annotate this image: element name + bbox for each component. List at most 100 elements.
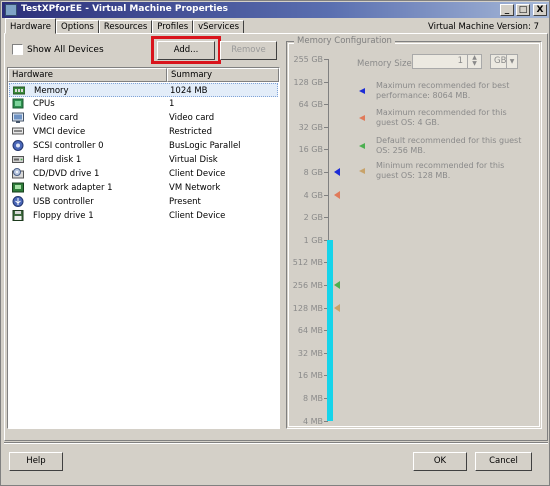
column-header-hardware[interactable]: Hardware xyxy=(8,68,167,82)
memory-size-spinner[interactable]: ▲ ▼ xyxy=(467,55,481,68)
hardware-row-summary: Video card xyxy=(169,113,215,123)
vm-properties-window: TestXPforEE - Virtual Machine Properties… xyxy=(0,0,550,486)
hardware-row-summary: Present xyxy=(169,197,201,207)
legend-text: Minimum recommended for this guest OS: 1… xyxy=(376,161,505,180)
memory-scale-label: 16 MB xyxy=(297,371,323,381)
memory-icon xyxy=(12,85,26,96)
show-all-devices-label[interactable]: Show All Devices xyxy=(27,45,104,55)
cancel-button[interactable]: Cancel xyxy=(475,452,532,471)
hardware-row-hard-disk[interactable]: Hard disk 1 Virtual Disk xyxy=(9,153,278,167)
hardware-row-summary: 1 xyxy=(169,99,175,109)
add-button-highlight xyxy=(151,36,221,64)
memory-recommendation-marker xyxy=(334,190,340,199)
scsi-controller-icon xyxy=(12,140,24,151)
hardware-row-summary: Restricted xyxy=(169,127,213,137)
memory-recommendation-marker xyxy=(334,168,340,176)
hardware-row-name: Network adapter 1 xyxy=(33,183,113,193)
chevron-down-icon[interactable]: ▼ xyxy=(506,55,517,68)
memory-scale-label: 64 MB xyxy=(297,326,323,336)
vm-version-label: Virtual Machine Version: 7 xyxy=(428,22,539,32)
memory-scale-label: 2 GB xyxy=(303,213,323,223)
maximize-button[interactable]: □ xyxy=(516,4,530,16)
hardware-row-video-card[interactable]: Video card Video card xyxy=(9,111,278,125)
memory-scale-label: 512 MB xyxy=(292,258,323,268)
hardware-row-summary: BusLogic Parallel xyxy=(169,141,241,151)
legend-marker-icon xyxy=(359,115,365,121)
memory-scale-label: 255 GB xyxy=(293,55,324,64)
hardware-row-scsi-controller[interactable]: SCSI controller 0 BusLogic Parallel xyxy=(9,139,278,153)
memory-unit-value: GB xyxy=(494,56,507,66)
window-title: TestXPforEE - Virtual Machine Properties xyxy=(21,4,228,14)
legend-text: Maximum recommended for this guest OS: 4… xyxy=(376,108,507,127)
hardware-list-header: Hardware Summary xyxy=(8,68,279,82)
hardware-row-summary: Virtual Disk xyxy=(169,155,218,165)
hardware-row-name: Memory xyxy=(34,86,69,96)
hardware-row-name: Video card xyxy=(33,113,79,123)
memory-scale-label: 8 GB xyxy=(303,168,323,177)
memory-size-label: Memory Size: xyxy=(357,59,415,69)
hardware-row-summary: Client Device xyxy=(169,169,226,179)
close-button[interactable]: X xyxy=(533,4,547,16)
tab-vservices[interactable]: vServices xyxy=(193,20,244,34)
hardware-row-usb-controller[interactable]: USB controller Present xyxy=(9,195,278,209)
remove-button[interactable]: Remove xyxy=(220,41,277,60)
memory-recommendation-marker xyxy=(334,303,340,312)
ok-button[interactable]: OK xyxy=(413,452,467,471)
memory-scale-label: 128 GB xyxy=(293,77,324,87)
hardware-row-name: Hard disk 1 xyxy=(33,155,82,165)
hardware-list[interactable]: Hardware Summary Memory 1024 MB CPUs 1 V… xyxy=(7,67,280,429)
hardware-row-name: USB controller xyxy=(33,197,94,207)
legend-text: Default recommended for this guest OS: 2… xyxy=(376,136,522,155)
footer-separator xyxy=(4,442,548,444)
tab-profiles[interactable]: Profiles xyxy=(152,20,194,34)
hardware-row-cpus[interactable]: CPUs 1 xyxy=(9,97,278,111)
memory-configuration-title: Memory Configuration xyxy=(294,36,395,46)
hardware-row-cd-dvd-drive[interactable]: CD/DVD drive 1 Client Device xyxy=(9,167,278,181)
memory-scale-label: 32 GB xyxy=(298,122,323,132)
show-all-devices-checkbox[interactable] xyxy=(12,44,23,55)
legend-marker-icon xyxy=(359,143,365,149)
usb-controller-icon xyxy=(12,196,24,207)
spin-down-icon[interactable]: ▼ xyxy=(468,61,481,67)
memory-unit-select[interactable]: GB ▼ xyxy=(490,54,518,69)
floppy-drive-icon xyxy=(12,210,24,221)
hard-disk-icon xyxy=(12,154,24,165)
minimize-button[interactable]: _ xyxy=(500,4,514,16)
hardware-row-floppy-drive[interactable]: Floppy drive 1 Client Device xyxy=(9,209,278,223)
vmci-device-icon xyxy=(12,126,24,137)
tab-options[interactable]: Options xyxy=(56,20,99,34)
memory-scale-label: 1 GB xyxy=(303,235,323,245)
column-header-summary[interactable]: Summary xyxy=(167,68,279,82)
memory-scale-label: 128 MB xyxy=(292,303,323,313)
legend-marker-icon xyxy=(359,168,365,174)
hardware-row-summary: 1024 MB xyxy=(170,86,208,96)
memory-scale-label: 256 MB xyxy=(292,281,323,290)
hardware-row-summary: Client Device xyxy=(169,211,226,221)
memory-level-bar[interactable] xyxy=(327,239,333,421)
hardware-row-name: CD/DVD drive 1 xyxy=(33,169,100,179)
cpu-icon xyxy=(12,98,24,109)
hardware-row-name: CPUs xyxy=(33,99,55,109)
memory-scale-label: 16 GB xyxy=(298,145,323,155)
legend-marker-icon xyxy=(359,88,365,94)
help-button[interactable]: Help xyxy=(9,452,63,471)
memory-scale-label: 8 MB xyxy=(302,394,323,403)
hardware-row-network-adapter[interactable]: Network adapter 1 VM Network xyxy=(9,181,278,195)
title-bar[interactable]: TestXPforEE - Virtual Machine Properties… xyxy=(2,2,549,18)
network-adapter-icon xyxy=(12,182,24,193)
memory-scale-label: 4 GB xyxy=(303,190,323,200)
hardware-row-name: VMCI device xyxy=(33,127,86,137)
memory-recommendation-marker xyxy=(334,281,340,289)
memory-scale-label: 64 GB xyxy=(298,100,323,110)
hardware-row-name: SCSI controller 0 xyxy=(33,141,104,151)
memory-scale-label: 4 MB xyxy=(302,416,323,426)
tab-hardware[interactable]: Hardware xyxy=(5,18,57,34)
legend-text: Maximum recommended for best performance… xyxy=(376,81,510,100)
hardware-row-vmci-device[interactable]: VMCI device Restricted xyxy=(9,125,278,139)
hardware-row-memory[interactable]: Memory 1024 MB xyxy=(9,83,278,97)
hardware-row-summary: VM Network xyxy=(169,183,221,193)
video-card-icon xyxy=(12,112,24,123)
tab-resources[interactable]: Resources xyxy=(98,20,153,34)
hardware-row-name: Floppy drive 1 xyxy=(33,211,94,221)
vm-app-icon xyxy=(5,4,17,16)
